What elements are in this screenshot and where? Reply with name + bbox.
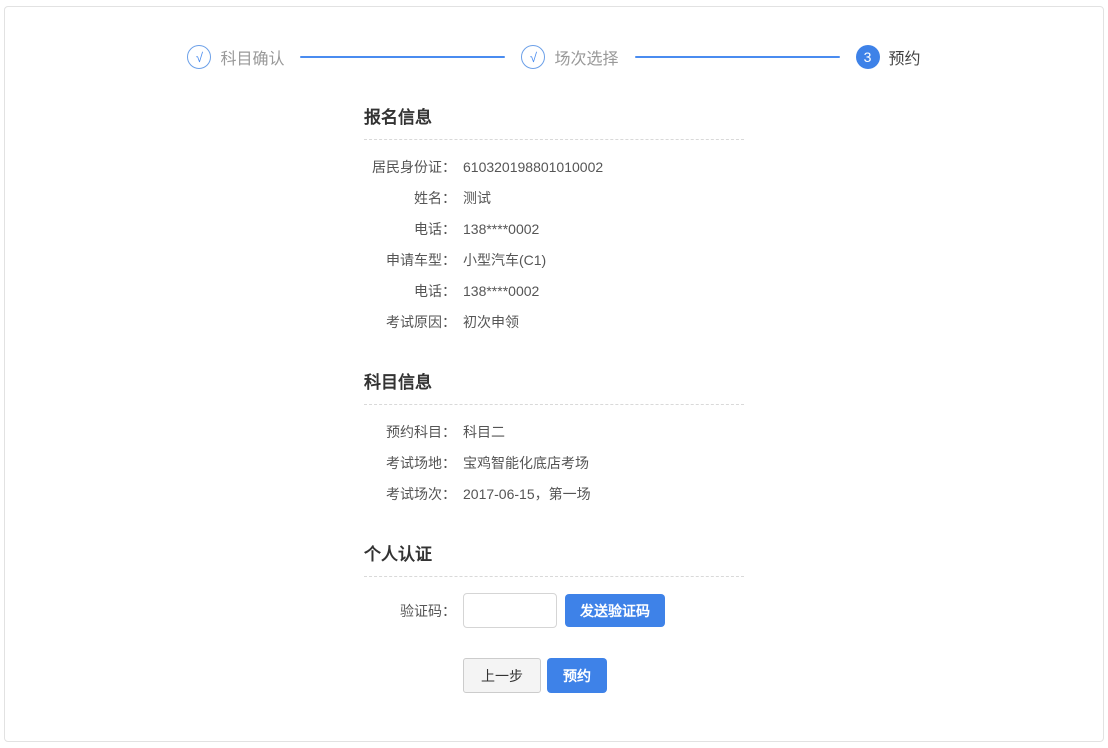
row-label: 申请车型：: [364, 245, 456, 276]
colon: ：: [442, 486, 456, 502]
row-label: 居民身份证：: [364, 152, 456, 183]
row-value: 科目二: [463, 417, 505, 448]
row-label-text: 申请车型: [386, 252, 442, 268]
colon: ：: [442, 221, 456, 237]
step-label-subject-confirm: 科目确认: [220, 45, 284, 69]
row-label: 预约科目：: [364, 417, 456, 448]
dashed-divider: [364, 404, 744, 405]
row-value: 138****0002: [463, 214, 539, 245]
row-value: 2017-06-15，第一场: [463, 479, 591, 510]
row-value: 610320198801010002: [463, 152, 603, 183]
colon: ：: [442, 424, 456, 440]
colon: ：: [442, 455, 456, 471]
step-number-badge: 3: [856, 45, 880, 69]
row-label-text: 姓名: [414, 190, 442, 206]
section-title: 科目信息: [364, 368, 744, 393]
section-registration-info: 报名信息 居民身份证： 610320198801010002 姓名： 测试 电话…: [364, 103, 744, 338]
colon: ：: [442, 190, 456, 206]
info-row-phone-2: 电话： 138****0002: [364, 276, 744, 307]
row-label-text: 考试场次: [386, 486, 442, 502]
step-appointment: 3 预约: [856, 45, 921, 69]
row-label-text: 居民身份证: [372, 159, 442, 175]
action-buttons: 上一步 预约: [364, 658, 744, 693]
stepper-connector: [635, 56, 840, 58]
row-label: 电话：: [364, 276, 456, 307]
row-label: 考试原因：: [364, 307, 456, 338]
dashed-divider: [364, 576, 744, 577]
info-row-exam-session: 考试场次： 2017-06-15，第一场: [364, 479, 744, 510]
step-session-select: √ 场次选择: [521, 45, 618, 69]
step-label-appointment: 预约: [889, 45, 921, 69]
row-label: 考试场次：: [364, 479, 456, 510]
section-title: 报名信息: [364, 103, 744, 128]
send-code-button[interactable]: 发送验证码: [565, 594, 665, 627]
info-row-name: 姓名： 测试: [364, 183, 744, 214]
verification-row: 验证码： 发送验证码: [364, 593, 744, 628]
info-row-id-number: 居民身份证： 610320198801010002: [364, 152, 744, 183]
row-label: 电话：: [364, 214, 456, 245]
row-label-text: 电话: [414, 221, 442, 237]
info-row-exam-reason: 考试原因： 初次申领: [364, 307, 744, 338]
section-personal-auth: 个人认证 验证码： 发送验证码: [364, 540, 744, 628]
colon: ：: [442, 283, 456, 299]
wizard-stepper: √ 科目确认 √ 场次选择 3 预约: [5, 7, 1103, 69]
previous-step-button[interactable]: 上一步: [463, 658, 541, 693]
row-label-text: 电话: [414, 283, 442, 299]
row-label: 考试场地：: [364, 448, 456, 479]
step-subject-confirm: √ 科目确认: [187, 45, 284, 69]
info-row-booked-subject: 预约科目： 科目二: [364, 417, 744, 448]
row-label: 姓名：: [364, 183, 456, 214]
appointment-card: √ 科目确认 √ 场次选择 3 预约 报名信息 居民身份证： 610320198…: [4, 6, 1104, 742]
form-content: 报名信息 居民身份证： 610320198801010002 姓名： 测试 电话…: [364, 103, 744, 693]
info-row-exam-site: 考试场地： 宝鸡智能化底店考场: [364, 448, 744, 479]
colon: ：: [442, 252, 456, 268]
section-title: 个人认证: [364, 540, 744, 565]
submit-appointment-button[interactable]: 预约: [547, 658, 607, 693]
dashed-divider: [364, 139, 744, 140]
row-value: 初次申领: [463, 307, 519, 338]
row-value: 小型汽车(C1): [463, 245, 546, 276]
section-subject-info: 科目信息 预约科目： 科目二 考试场地： 宝鸡智能化底店考场 考试场次： 201…: [364, 368, 744, 510]
row-label: 验证码：: [364, 601, 456, 621]
check-icon: √: [521, 45, 545, 69]
row-label-text: 预约科目: [386, 424, 442, 440]
step-label-session-select: 场次选择: [554, 45, 618, 69]
row-value: 宝鸡智能化底店考场: [463, 448, 589, 479]
info-row-phone: 电话： 138****0002: [364, 214, 744, 245]
stepper-connector: [300, 56, 505, 58]
row-value: 测试: [463, 183, 491, 214]
row-label-text: 考试场地: [386, 455, 442, 471]
row-value: 138****0002: [463, 276, 539, 307]
colon: ：: [442, 603, 456, 619]
info-row-vehicle-type: 申请车型： 小型汽车(C1): [364, 245, 744, 276]
colon: ：: [442, 159, 456, 175]
check-icon: √: [187, 45, 211, 69]
colon: ：: [442, 314, 456, 330]
verification-code-input[interactable]: [463, 593, 557, 628]
row-label-text: 验证码: [400, 603, 442, 619]
row-label-text: 考试原因: [386, 314, 442, 330]
